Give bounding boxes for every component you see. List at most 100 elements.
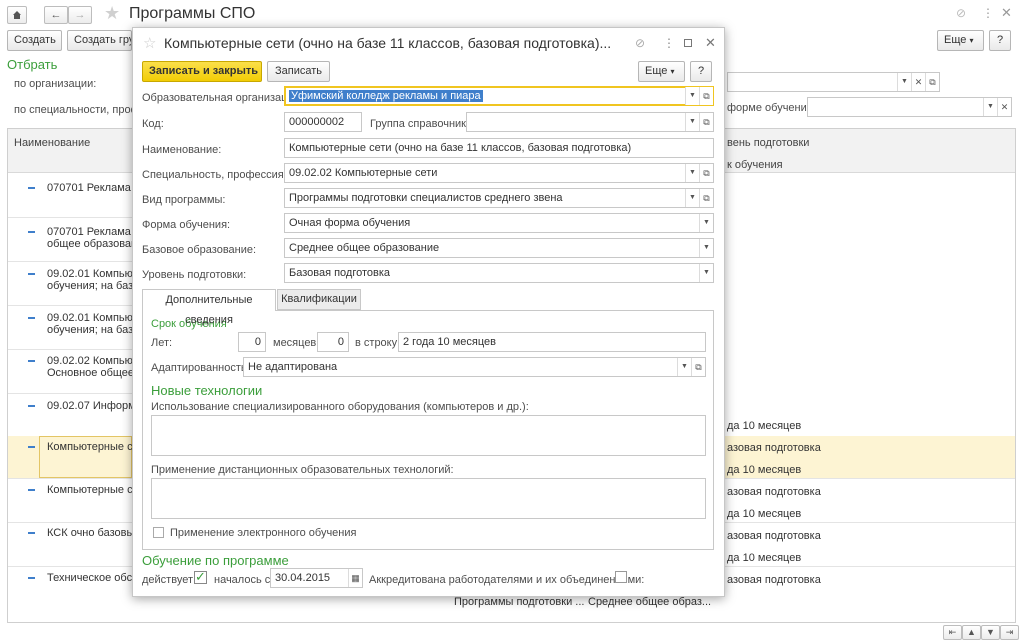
adapt-value: Не адаптирована bbox=[248, 361, 338, 373]
chevron-down-icon[interactable]: ▼ bbox=[699, 214, 713, 232]
window-title: Программы СПО bbox=[129, 5, 256, 22]
org-label: Образовательная организация: bbox=[142, 92, 303, 104]
chevron-down-icon[interactable]: ▼ bbox=[685, 87, 699, 105]
col-level-header[interactable]: вень подготовки bbox=[727, 137, 809, 149]
dialog-more-button[interactable]: Еще ▾ bbox=[638, 61, 685, 82]
item-icon bbox=[28, 231, 35, 233]
open-icon[interactable]: ⧉ bbox=[691, 358, 705, 376]
chevron-down-icon[interactable]: ▼ bbox=[699, 264, 713, 282]
distance-textarea[interactable] bbox=[151, 478, 706, 519]
group-input[interactable]: ▼ ⧉ bbox=[466, 112, 714, 132]
row-text-2: обучения; на базе: bbox=[47, 280, 143, 292]
link-icon[interactable]: ⊘ bbox=[635, 36, 645, 50]
create-group-button[interactable]: Создать гру bbox=[67, 30, 132, 51]
equipment-label: Использование специализированного оборуд… bbox=[151, 401, 529, 413]
level-select[interactable]: Базовая подготовка ▼ bbox=[284, 263, 714, 283]
chevron-down-icon[interactable]: ▼ bbox=[699, 239, 713, 257]
filter-form-label: форме обучения: bbox=[727, 102, 816, 114]
last-page-icon[interactable]: ⇥ bbox=[1000, 625, 1019, 640]
code-label: Код: bbox=[142, 118, 164, 130]
save-close-button[interactable]: Записать и закрыть bbox=[142, 61, 262, 82]
more-vert-icon[interactable]: ⋮ bbox=[663, 36, 675, 50]
link-icon[interactable]: ⊘ bbox=[956, 6, 966, 20]
calendar-icon[interactable]: ▦ bbox=[348, 569, 362, 587]
close-icon[interactable]: ✕ bbox=[705, 35, 716, 51]
row-text: КСК очно базовый bbox=[47, 527, 141, 539]
chevron-down-icon[interactable]: ▼ bbox=[685, 189, 699, 207]
started-value: 30.04.2015 bbox=[275, 572, 331, 584]
active-checkbox[interactable]: ✓ bbox=[194, 570, 207, 584]
home-button[interactable] bbox=[7, 6, 27, 24]
kind-input[interactable]: Программы подготовки специалистов средне… bbox=[284, 188, 714, 208]
maximize-icon[interactable] bbox=[684, 39, 692, 47]
org-input[interactable]: Уфимский колледж рекламы и пиара ▼ ⧉ bbox=[284, 86, 714, 106]
item-icon bbox=[28, 273, 35, 275]
dialog-help-button[interactable]: ? bbox=[690, 61, 712, 82]
col-name-header[interactable]: Наименование bbox=[14, 137, 90, 149]
filter-org-input[interactable]: ▼ ✕ ⧉ bbox=[727, 72, 940, 92]
years-input[interactable]: 0 bbox=[238, 332, 266, 352]
chevron-down-icon[interactable]: ▼ bbox=[685, 113, 699, 131]
next-page-icon[interactable]: ▼ bbox=[981, 625, 1000, 640]
open-icon[interactable]: ⧉ bbox=[699, 189, 713, 207]
arrow-right-icon: → bbox=[74, 9, 86, 21]
list-cell: да 10 месяцев bbox=[727, 464, 802, 476]
save-button[interactable]: Записать bbox=[267, 61, 330, 82]
prev-page-icon[interactable]: ▲ bbox=[962, 625, 981, 640]
col-term-header[interactable]: к обучения bbox=[727, 159, 783, 171]
chevron-down-icon[interactable]: ▼ bbox=[677, 358, 691, 376]
tab-additional[interactable]: Дополнительные сведения bbox=[142, 289, 276, 326]
more-button[interactable]: Еще ▾ bbox=[937, 30, 984, 51]
more-vert-icon[interactable]: ⋮ bbox=[982, 6, 994, 20]
chevron-down-icon[interactable]: ▼ bbox=[897, 73, 911, 91]
favorite-star-icon[interactable]: ☆ bbox=[143, 34, 156, 52]
more-label: Еще bbox=[645, 65, 668, 77]
close-icon[interactable]: ✕ bbox=[1001, 5, 1012, 21]
clear-icon[interactable]: ✕ bbox=[997, 98, 1011, 116]
open-icon[interactable]: ⧉ bbox=[699, 87, 713, 105]
back-button[interactable]: ← bbox=[44, 6, 68, 24]
started-date-input[interactable]: 30.04.2015 ▦ bbox=[270, 568, 363, 588]
item-icon bbox=[28, 489, 35, 491]
base-select[interactable]: Среднее общее образование ▼ bbox=[284, 238, 714, 258]
list-cell: да 10 месяцев bbox=[727, 552, 802, 564]
name-input[interactable]: Компьютерные сети (очно на базе 11 класс… bbox=[284, 138, 714, 158]
clear-icon[interactable]: ✕ bbox=[911, 73, 925, 91]
chevron-down-icon[interactable]: ▼ bbox=[685, 164, 699, 182]
chevron-down-icon[interactable]: ▼ bbox=[983, 98, 997, 116]
create-button[interactable]: Создать bbox=[7, 30, 62, 51]
chevron-down-icon: ▾ bbox=[670, 67, 675, 76]
kind-label: Вид программы: bbox=[142, 194, 226, 206]
help-button[interactable]: ? bbox=[989, 30, 1011, 51]
form-select[interactable]: Очная форма обучения ▼ bbox=[284, 213, 714, 233]
open-icon[interactable]: ⧉ bbox=[699, 164, 713, 182]
code-input[interactable]: 000000002 bbox=[284, 112, 362, 132]
forward-button[interactable]: → bbox=[68, 6, 92, 24]
list-cell: азовая подготовка bbox=[727, 530, 821, 542]
group-label: Группа справочника: bbox=[370, 118, 476, 130]
kind-value: Программы подготовки специалистов средне… bbox=[289, 192, 563, 204]
term-string-input[interactable]: 2 года 10 месяцев bbox=[398, 332, 706, 352]
tab-qualifications[interactable]: Квалификации bbox=[277, 289, 361, 310]
list-cell: азовая подготовка bbox=[727, 486, 821, 498]
base-label: Базовое образование: bbox=[142, 244, 257, 256]
spec-input[interactable]: 09.02.02 Компьютерные сети ▼ ⧉ bbox=[284, 163, 714, 183]
open-icon[interactable]: ⧉ bbox=[925, 73, 939, 91]
filter-form-input[interactable]: ▼ ✕ bbox=[807, 97, 1012, 117]
more-label: Еще bbox=[944, 34, 967, 46]
first-page-icon[interactable]: ⇤ bbox=[943, 625, 962, 640]
open-icon[interactable]: ⧉ bbox=[699, 113, 713, 131]
list-navigation: ⇤ ▲ ▼ ⇥ bbox=[943, 625, 1019, 640]
tech-title: Новые технологии bbox=[151, 383, 263, 398]
adapt-input[interactable]: Не адаптирована ▼ ⧉ bbox=[243, 357, 706, 377]
active-label: действует: bbox=[142, 574, 197, 586]
program-title: Обучение по программе bbox=[142, 553, 289, 568]
row-text: 09.02.01 Компьют bbox=[47, 268, 138, 280]
favorite-star-icon[interactable]: ★ bbox=[104, 3, 120, 24]
months-input[interactable]: 0 bbox=[317, 332, 349, 352]
row-text: Компьютерные сет bbox=[47, 441, 144, 453]
item-icon bbox=[28, 317, 35, 319]
equipment-textarea[interactable] bbox=[151, 415, 706, 456]
elearning-checkbox[interactable] bbox=[153, 527, 164, 538]
accredited-checkbox[interactable] bbox=[615, 571, 627, 583]
